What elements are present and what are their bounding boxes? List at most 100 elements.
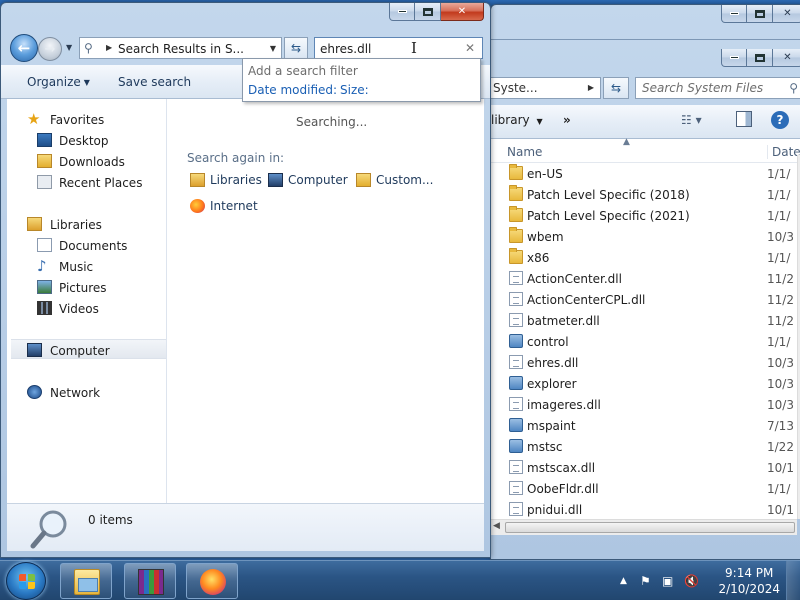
minimize-icon bbox=[397, 10, 407, 13]
network-status-icon[interactable]: ▣ bbox=[662, 574, 673, 588]
breadcrumb-arrow-icon[interactable]: ▶ bbox=[588, 83, 594, 92]
file-row[interactable]: OobeFldr.dll 1/1/ bbox=[491, 478, 800, 499]
close-button[interactable]: ✕ bbox=[773, 49, 800, 67]
preview-pane-icon[interactable] bbox=[736, 111, 752, 127]
file-row[interactable]: mstscax.dll 10/1 bbox=[491, 457, 800, 478]
search-again-custom-link[interactable]: Custom... bbox=[356, 173, 433, 187]
minimize-icon bbox=[729, 56, 739, 59]
music-note-icon: ♪ bbox=[37, 257, 47, 275]
file-name: pnidui.dll bbox=[527, 503, 583, 517]
file-row[interactable]: wbem 10/3 bbox=[491, 226, 800, 247]
file-date: 10/3 bbox=[767, 377, 794, 391]
show-hidden-icons-icon[interactable]: ▲ bbox=[620, 576, 627, 586]
nav-network[interactable]: Network bbox=[7, 382, 166, 402]
nav-computer[interactable]: Computer bbox=[11, 339, 166, 359]
refresh-button[interactable]: ⇆ bbox=[603, 77, 629, 99]
include-in-library-button[interactable]: library ▼ bbox=[491, 113, 543, 127]
clear-search-icon[interactable]: ✕ bbox=[465, 41, 475, 55]
searching-status: Searching... bbox=[296, 115, 368, 129]
search-again-computer-link[interactable]: Computer bbox=[268, 173, 348, 187]
action-center-flag-icon[interactable]: ⚑ bbox=[640, 574, 651, 588]
nav-item-downloads[interactable]: Downloads bbox=[7, 151, 166, 171]
save-search-button[interactable]: Save search bbox=[118, 75, 191, 89]
refresh-button[interactable]: ⇆ bbox=[284, 37, 308, 59]
nav-libraries[interactable]: Libraries bbox=[7, 214, 166, 234]
filter-date-modified[interactable]: Date modified: bbox=[248, 83, 337, 97]
nav-item-recent-places[interactable]: Recent Places bbox=[7, 172, 166, 192]
back-window-nav-bar: Syste... ▶ ⇆ Search System Files ⚲ bbox=[491, 77, 800, 103]
file-row[interactable]: mstsc 1/22 bbox=[491, 436, 800, 457]
file-row[interactable]: pnidui.dll 10/1 bbox=[491, 499, 800, 520]
file-row[interactable]: ActionCenterCPL.dll 11/2 bbox=[491, 289, 800, 310]
nav-item-music[interactable]: ♪ Music bbox=[7, 256, 166, 276]
more-commands-button[interactable]: » bbox=[563, 113, 571, 127]
videos-icon bbox=[37, 301, 52, 315]
nav-favorites[interactable]: ★ Favorites bbox=[7, 109, 166, 129]
file-row[interactable]: imageres.dll 10/3 bbox=[491, 394, 800, 415]
system-tray: ▲ ⚑ ▣ 🔇 9:14 PM 2/10/2024 bbox=[610, 561, 800, 600]
taskbar-windows-explorer[interactable] bbox=[60, 563, 112, 599]
taskbar-firefox[interactable] bbox=[186, 563, 238, 599]
file-row[interactable]: ehres.dll 10/3 bbox=[491, 352, 800, 373]
recent-pages-dropdown-icon[interactable]: ▼ bbox=[66, 43, 72, 52]
nav-item-documents[interactable]: Documents bbox=[7, 235, 166, 255]
organize-button[interactable]: Organize ▼ bbox=[27, 75, 90, 89]
scrollbar-thumb[interactable] bbox=[505, 522, 795, 533]
minimize-button[interactable] bbox=[389, 3, 415, 21]
file-list: Name ▲ Date en-US 1/1/Patch Level Specifi… bbox=[491, 137, 800, 520]
maximize-icon bbox=[754, 53, 765, 62]
file-row[interactable]: ActionCenter.dll 11/2 bbox=[491, 268, 800, 289]
nav-item-pictures[interactable]: Pictures bbox=[7, 277, 166, 297]
address-bar[interactable]: ⚲ ▶ Search Results in S... ▼ bbox=[79, 37, 282, 59]
start-button[interactable] bbox=[6, 562, 46, 600]
taskbar-winrar[interactable] bbox=[124, 563, 176, 599]
view-options-icon[interactable]: ☷ ▾ bbox=[681, 113, 702, 127]
column-date-header[interactable]: Date bbox=[767, 145, 800, 159]
file-row[interactable]: explorer 10/3 bbox=[491, 373, 800, 394]
column-name-header[interactable]: Name bbox=[507, 145, 542, 159]
column-header-row: Name ▲ Date bbox=[491, 137, 800, 163]
close-button[interactable]: ✕ bbox=[441, 3, 484, 21]
breadcrumb-arrow-icon[interactable]: ▶ bbox=[106, 43, 112, 52]
file-row[interactable]: mspaint 7/13 bbox=[491, 415, 800, 436]
minimize-button[interactable] bbox=[721, 5, 747, 23]
chevron-down-icon[interactable]: ▼ bbox=[270, 44, 276, 53]
location-label: Libraries bbox=[210, 173, 262, 187]
back-button[interactable]: ← bbox=[10, 34, 38, 62]
close-button[interactable]: ✕ bbox=[773, 5, 800, 23]
file-date: 11/2 bbox=[767, 272, 794, 286]
search-input[interactable]: Search System Files ⚲ bbox=[635, 77, 800, 99]
documents-icon bbox=[37, 238, 52, 252]
volume-muted-icon[interactable]: 🔇 bbox=[684, 574, 699, 588]
search-again-libraries-link[interactable]: Libraries bbox=[190, 173, 262, 187]
filter-size[interactable]: Size: bbox=[340, 83, 369, 97]
file-row[interactable]: Patch Level Specific (2018) 1/1/ bbox=[491, 184, 800, 205]
maximize-button[interactable] bbox=[747, 5, 773, 23]
file-row[interactable]: control 1/1/ bbox=[491, 331, 800, 352]
search-again-internet-link[interactable]: Internet bbox=[190, 199, 258, 213]
nav-item-videos[interactable]: Videos bbox=[7, 298, 166, 318]
nav-item-desktop[interactable]: Desktop bbox=[7, 130, 166, 150]
search-filter-hint: Add a search filter bbox=[248, 64, 358, 78]
folder-icon bbox=[509, 164, 523, 180]
search-input[interactable]: ehres.dll I ✕ bbox=[314, 37, 483, 59]
help-icon[interactable]: ? bbox=[771, 111, 789, 129]
address-bar[interactable]: Syste... ▶ bbox=[491, 77, 601, 99]
nav-item-label: Desktop bbox=[59, 134, 109, 148]
minimize-button[interactable] bbox=[721, 49, 747, 67]
show-desktop-button[interactable] bbox=[786, 561, 800, 600]
dll-file-icon bbox=[509, 481, 523, 495]
maximize-button[interactable] bbox=[747, 49, 773, 67]
file-row[interactable]: Patch Level Specific (2021) 1/1/ bbox=[491, 205, 800, 226]
file-date: 11/2 bbox=[767, 293, 794, 307]
file-date: 1/1/ bbox=[767, 209, 791, 223]
clock[interactable]: 9:14 PM 2/10/2024 bbox=[718, 565, 780, 597]
scroll-left-icon[interactable]: ◀ bbox=[493, 521, 500, 531]
maximize-button[interactable] bbox=[415, 3, 441, 21]
file-row[interactable]: x86 1/1/ bbox=[491, 247, 800, 268]
horizontal-scrollbar[interactable]: ◀ bbox=[491, 519, 797, 535]
file-name: ActionCenterCPL.dll bbox=[527, 293, 646, 307]
file-row[interactable]: batmeter.dll 11/2 bbox=[491, 310, 800, 331]
file-row[interactable]: en-US 1/1/ bbox=[491, 163, 800, 184]
forward-button[interactable]: → bbox=[38, 37, 62, 61]
